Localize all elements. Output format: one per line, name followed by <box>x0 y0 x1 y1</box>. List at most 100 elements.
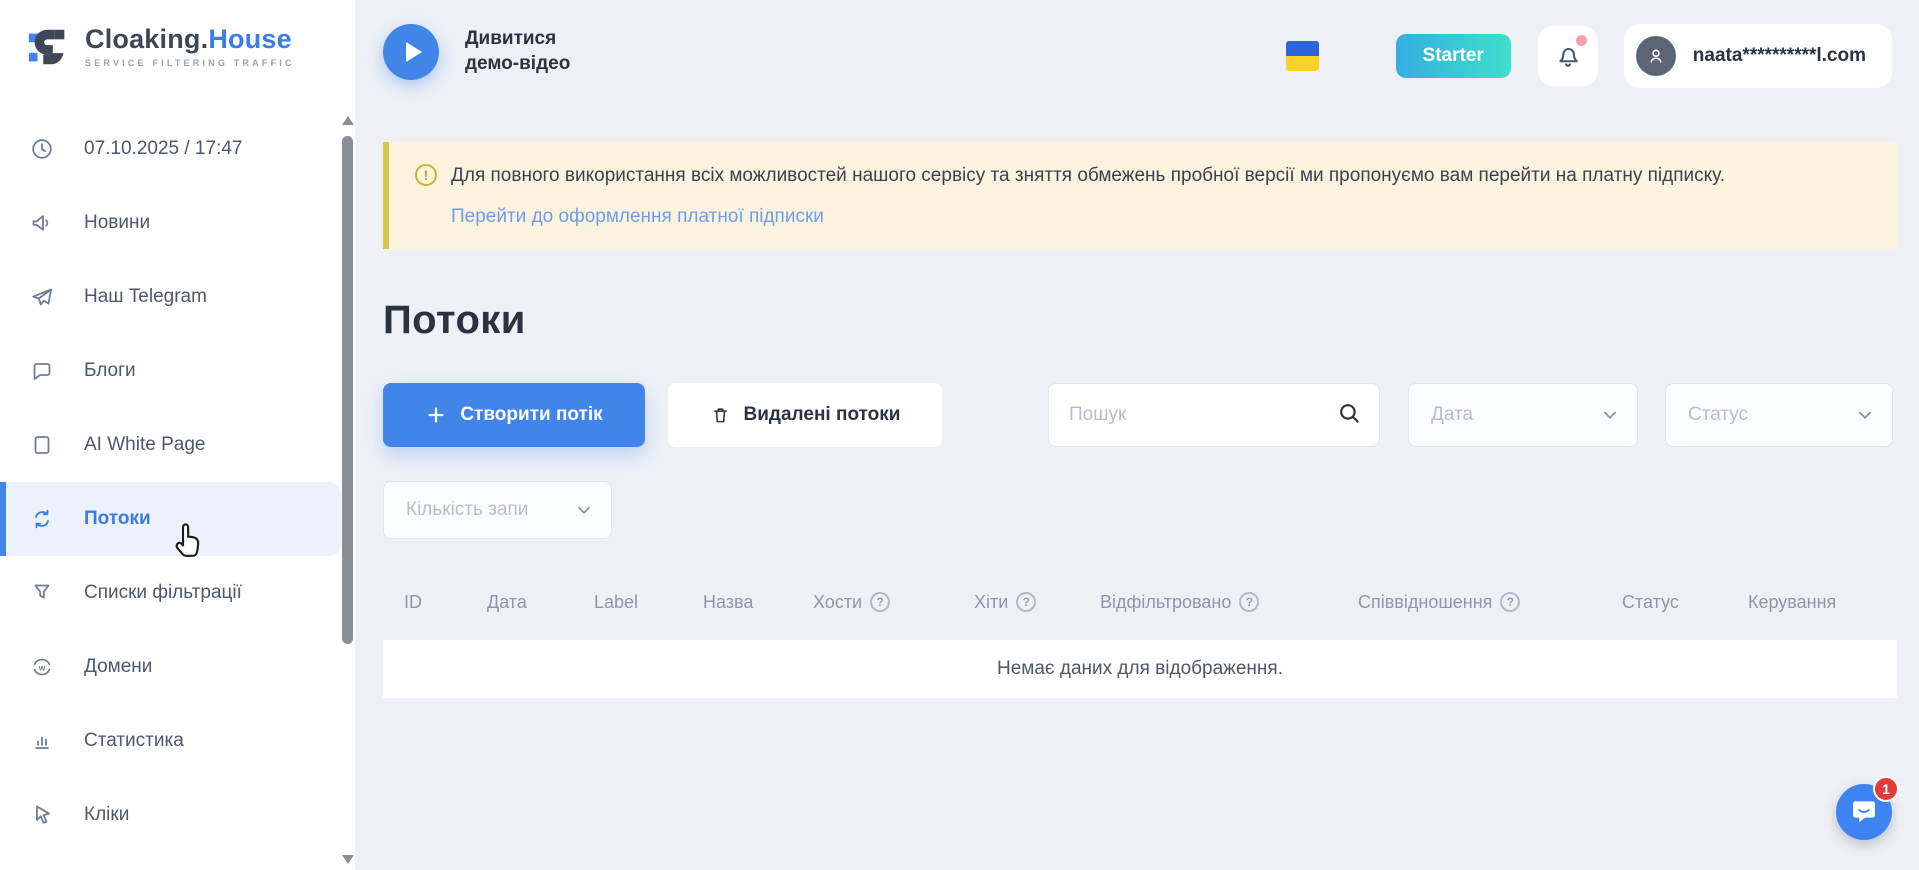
notifications-button[interactable] <box>1538 26 1598 86</box>
watch-demo-button[interactable]: Дивитися демо-відео <box>383 24 570 80</box>
sidebar-item-flows[interactable]: Потоки <box>0 482 341 556</box>
scrollbar-thumb[interactable] <box>342 136 353 644</box>
sidebar-item-blogs[interactable]: Блоги <box>0 334 341 408</box>
sidebar: Cloaking.House SERVICE FILTERING TRAFFIC… <box>0 0 355 870</box>
deleted-flows-button[interactable]: Видалені потоки <box>668 383 942 447</box>
page-icon <box>30 433 54 457</box>
avatar <box>1636 36 1676 76</box>
sidebar-nav: 07.10.2025 / 17:47 Новини Наш Telegram Блог… <box>0 112 341 852</box>
chat-unread-badge: 1 <box>1873 776 1899 802</box>
empty-state-text: Немає даних для відображення. <box>997 658 1283 680</box>
page-title: Потоки <box>383 298 526 343</box>
sidebar-item-statistics[interactable]: Статистика <box>0 704 341 778</box>
column-header-label: Керування <box>1748 592 1836 613</box>
column-header: Керування <box>1748 592 1876 613</box>
column-header-label: ID <box>404 592 422 613</box>
main-area: Дивитися демо-відео Starter <box>355 0 1919 870</box>
column-header: Відфільтровано <box>1100 592 1358 613</box>
sidebar-item-domains[interactable]: w Домени <box>0 630 341 704</box>
column-header: Співвідношення <box>1358 592 1622 613</box>
sidebar-item-label: Потоки <box>84 508 151 530</box>
user-menu[interactable]: naata**********l.com <box>1624 24 1892 88</box>
play-icon <box>383 24 439 80</box>
column-header-label: Співвідношення <box>1358 592 1492 613</box>
telegram-icon <box>30 285 54 309</box>
plan-badge[interactable]: Starter <box>1396 34 1511 78</box>
rows-count-select[interactable]: Кількість запи <box>383 481 612 539</box>
scrollbar-down-arrow[interactable] <box>342 855 354 864</box>
user-email: naata**********l.com <box>1693 45 1866 67</box>
brand-logo[interactable]: Cloaking.House SERVICE FILTERING TRAFFIC <box>0 0 355 86</box>
chart-icon <box>30 729 54 753</box>
column-header: Label <box>594 592 703 613</box>
scrollbar-up-arrow[interactable] <box>342 116 354 125</box>
chevron-down-icon <box>573 499 595 521</box>
table-empty-state: Немає даних для відображення. <box>383 640 1897 698</box>
column-header: ID <box>404 592 487 613</box>
sidebar-item-label: Наш Telegram <box>84 286 207 308</box>
help-icon[interactable] <box>870 592 890 612</box>
sidebar-item-label: Домени <box>84 656 152 678</box>
brand-logo-icon <box>26 24 72 70</box>
svg-text:w: w <box>38 662 46 672</box>
sidebar-item-label: Статистика <box>84 730 184 752</box>
clock-icon <box>30 137 54 161</box>
help-icon[interactable] <box>1239 592 1259 612</box>
help-icon[interactable] <box>1016 592 1036 612</box>
toolbar: Створити потік Видалені потоки Дата Стат… <box>383 383 1897 447</box>
chat-icon <box>30 359 54 383</box>
upgrade-subscription-link[interactable]: Перейти до оформлення платної підписки <box>451 206 824 228</box>
sidebar-item-clicks[interactable]: Кліки <box>0 778 341 852</box>
column-header: Дата <box>487 592 594 613</box>
column-header: Хіти <box>974 592 1100 613</box>
topbar-right: Starter naata**********l.com <box>1286 0 1892 112</box>
trial-warning-banner: Для повного використання всіх можливосте… <box>383 142 1897 249</box>
search-input[interactable] <box>1048 383 1380 447</box>
sidebar-item-filter-lists[interactable]: Списки фільтрації <box>0 556 341 630</box>
trash-icon <box>710 405 731 426</box>
create-flow-button[interactable]: Створити потік <box>383 383 645 447</box>
ukraine-flag-icon[interactable] <box>1286 41 1319 71</box>
sidebar-item-label: Новини <box>84 212 150 234</box>
sidebar-item-news[interactable]: Новини <box>0 186 341 260</box>
megaphone-icon <box>30 211 54 235</box>
date-filter-select[interactable]: Дата <box>1408 383 1638 447</box>
column-header-label: Label <box>594 592 638 613</box>
status-filter-select[interactable]: Статус <box>1665 383 1893 447</box>
column-header-label: Назва <box>703 592 753 613</box>
column-header: Назва <box>703 592 813 613</box>
column-header-label: Хости <box>813 592 862 613</box>
funnel-icon <box>30 581 54 605</box>
watch-demo-label: Дивитися демо-відео <box>465 27 570 76</box>
sidebar-item-label: AI White Page <box>84 434 205 456</box>
column-header-label: Дата <box>487 592 527 613</box>
sidebar-item-label: Кліки <box>84 804 129 826</box>
sidebar-item-telegram[interactable]: Наш Telegram <box>0 260 341 334</box>
search-icon <box>1336 400 1362 426</box>
column-header-label: Відфільтровано <box>1100 592 1231 613</box>
sidebar-item-label: Списки фільтрації <box>84 582 242 604</box>
sidebar-scrollbar <box>341 112 354 866</box>
sidebar-item-ai-white-page[interactable]: AI White Page <box>0 408 341 482</box>
brand-name: Cloaking.House <box>85 26 295 53</box>
sidebar-item-label: 07.10.2025 / 17:47 <box>84 138 242 160</box>
table-header-row: ID Дата Label Назва Хости Хіти Відфільтровано С… <box>383 577 1897 627</box>
cursor-icon <box>30 803 54 827</box>
column-header-label: Статус <box>1622 592 1679 613</box>
plus-icon <box>425 404 447 426</box>
sync-icon <box>30 507 54 531</box>
chevron-down-icon <box>1854 404 1876 426</box>
column-header: Хости <box>813 592 974 613</box>
chevron-down-icon <box>1599 404 1621 426</box>
chat-launcher-button[interactable]: 1 <box>1836 784 1892 840</box>
help-icon[interactable] <box>1500 592 1520 612</box>
globe-icon: w <box>30 655 54 679</box>
column-header-label: Хіти <box>974 592 1008 613</box>
warning-icon <box>415 164 437 186</box>
banner-message: Для повного використання всіх можливосте… <box>451 162 1725 191</box>
notification-dot <box>1576 35 1587 46</box>
sidebar-item-date: 07.10.2025 / 17:47 <box>0 112 341 186</box>
bell-icon <box>1554 42 1582 70</box>
chat-bubble-icon <box>1849 797 1879 827</box>
user-icon <box>1645 45 1667 67</box>
